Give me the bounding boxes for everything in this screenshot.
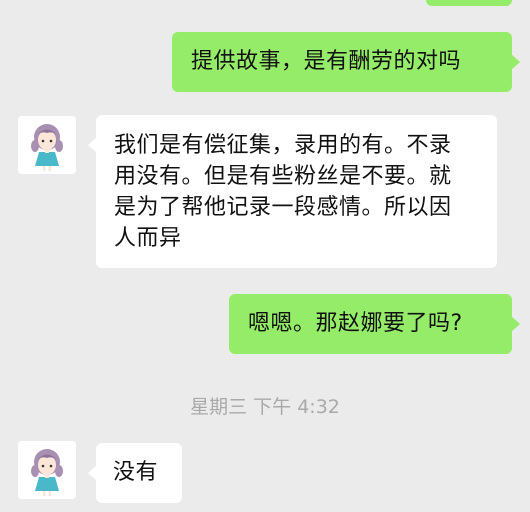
message-text: 提供故事，是有酬劳的对吗 (191, 49, 462, 74)
contact-avatar[interactable] (18, 116, 76, 174)
message-bubble-incoming[interactable]: 没有 (88, 443, 182, 503)
girl-avatar-icon (18, 116, 76, 174)
message-text: 没有 (113, 460, 159, 485)
girl-avatar-icon (18, 441, 76, 499)
contact-avatar[interactable] (18, 441, 76, 499)
message-text-line: 人而异 (114, 226, 182, 251)
message-text-line: 我们是有偿征集，录用的有。不录 (114, 133, 452, 158)
message-text-line: 是为了帮他记录一段感情。所以因 (114, 195, 452, 220)
message-bubble-outgoing-partial[interactable] (426, 0, 512, 6)
message-bubble-outgoing[interactable]: 提供故事，是有酬劳的对吗 (172, 32, 520, 92)
message-bubble-incoming[interactable]: 我们是有偿征集，录用的有。不录 用没有。但是有些粉丝是不要。就 是为了帮他记录一… (88, 115, 497, 268)
timestamp: 星期三 下午 4:32 (190, 396, 340, 418)
message-text-line: 用没有。但是有些粉丝是不要。就 (114, 164, 452, 189)
message-bubble-outgoing[interactable]: 嗯嗯。那赵娜要了吗? (229, 294, 520, 354)
chat-window[interactable]: 提供故事，是有酬劳的对吗 我们是有偿征集，录用的有。不录 用没有。但是有些粉丝是… (0, 0, 530, 512)
message-text: 嗯嗯。那赵娜要了吗? (248, 311, 463, 336)
